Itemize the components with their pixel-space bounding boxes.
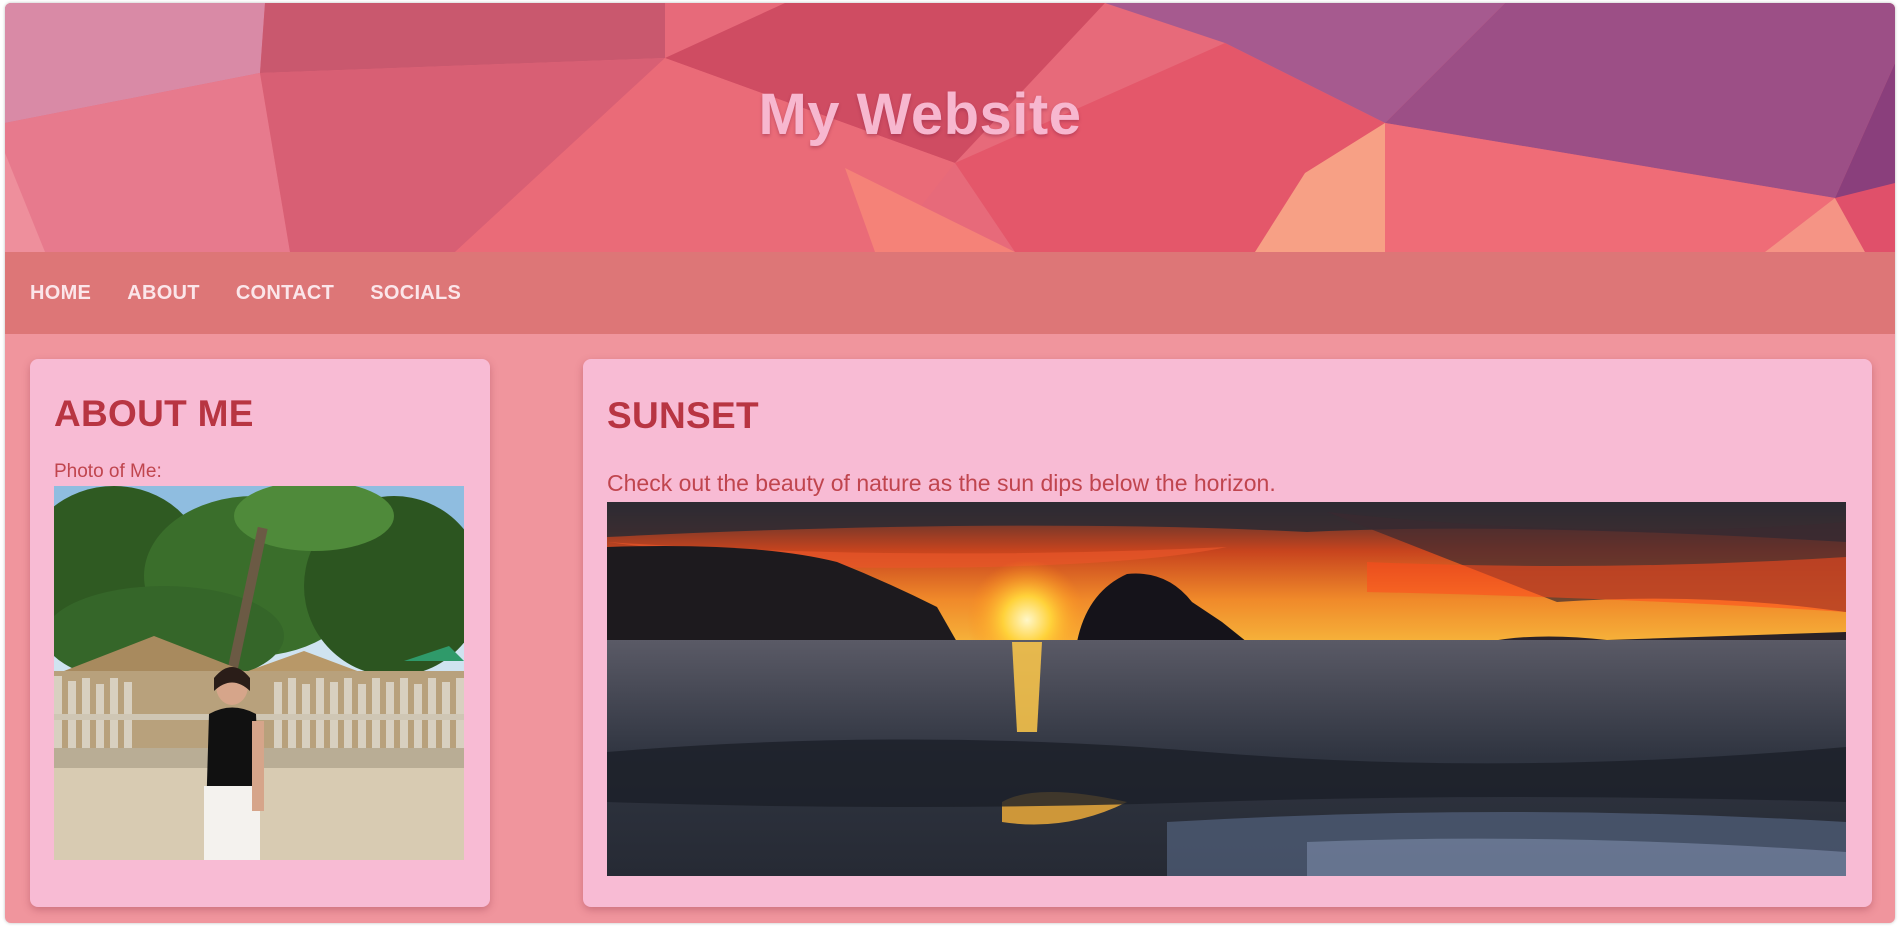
site-title: My Website [758, 82, 1082, 147]
profile-photo [54, 486, 464, 860]
about-me-heading: ABOUT ME [54, 393, 254, 434]
nav-contact-link[interactable]: CONTACT [236, 282, 334, 305]
sunset-card: SUNSET Check out the beauty of nature as… [583, 359, 1872, 907]
nav-about-link[interactable]: ABOUT [127, 282, 200, 305]
main-nav: HOME ABOUT CONTACT SOCIALS [5, 252, 1895, 334]
sunset-image [607, 502, 1846, 876]
nav-home-link[interactable]: HOME [30, 282, 91, 305]
photo-label: Photo of Me: [54, 461, 162, 482]
sunset-heading: SUNSET [607, 395, 759, 436]
header-banner: My Website [5, 3, 1895, 252]
about-me-card: ABOUT ME Photo of Me: [30, 359, 490, 907]
sunset-description: Check out the beauty of nature as the su… [607, 470, 1276, 496]
nav-socials-link[interactable]: SOCIALS [370, 282, 461, 305]
page-frame: My Website HOME ABOUT CONTACT SOCIALS AB… [5, 3, 1895, 923]
